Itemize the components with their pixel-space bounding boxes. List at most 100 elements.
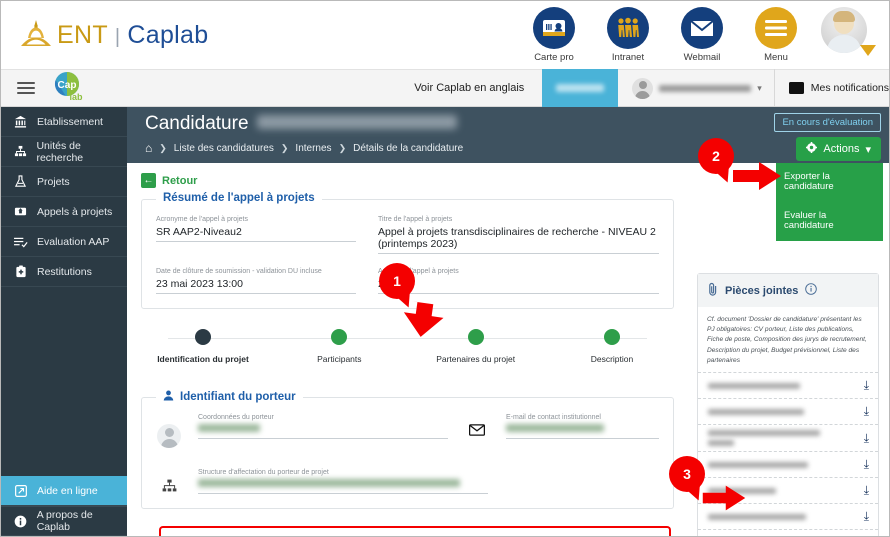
ent-logo[interactable]: ENT | Caplab bbox=[19, 18, 208, 52]
step-participants[interactable]: Participants bbox=[279, 329, 399, 364]
callout-arrow-2 bbox=[733, 162, 781, 190]
field-acronyme: Acronyme de l'appel à projets SR AAP2-Ni… bbox=[156, 216, 356, 254]
download-icon[interactable]: ⤓ bbox=[864, 457, 869, 472]
ent-icon-webmail[interactable]: Webmail bbox=[673, 7, 731, 63]
sidebar-item-aide-en-ligne[interactable]: Aide en ligne bbox=[1, 476, 127, 506]
sidebar-item-evaluation-aap[interactable]: Evaluation AAP bbox=[1, 227, 127, 257]
caplab-logo-icon[interactable]: Cap lab bbox=[51, 71, 91, 105]
field-titre: Titre de l'appel à projets Appel à proje… bbox=[378, 216, 659, 254]
sidebar-item-unites-de-recherche[interactable]: Unités de recherche bbox=[1, 137, 127, 167]
user-avatar-menu[interactable] bbox=[821, 7, 876, 57]
ent-icon-menu[interactable]: Menu bbox=[747, 7, 805, 63]
ent-icon-label: Webmail bbox=[683, 52, 721, 63]
sidebar-item-restitutions[interactable]: Restitutions bbox=[1, 257, 127, 287]
ent-icon-label: Carte pro bbox=[534, 52, 574, 63]
person-icon bbox=[163, 390, 174, 404]
field-value[interactable]: SR AAP2-Niveau2 bbox=[156, 226, 356, 242]
field-value[interactable]: 2023 bbox=[378, 278, 659, 294]
org-chart-icon bbox=[13, 145, 27, 158]
porteur-legend-label: Identifiant du porteur bbox=[180, 391, 296, 403]
field-value[interactable] bbox=[198, 424, 448, 439]
user-menu[interactable]: ▾ bbox=[618, 69, 775, 107]
attachment-row: ⤓ bbox=[698, 398, 878, 424]
sidebar-item-label: Evaluation AAP bbox=[37, 235, 110, 248]
attachment-filename bbox=[708, 430, 820, 447]
download-icon[interactable]: ⤓ bbox=[864, 431, 869, 446]
hamburger-icon bbox=[755, 7, 797, 49]
step-label: Participants bbox=[317, 354, 362, 364]
sidebar-item-label: Appels à projets bbox=[37, 205, 113, 218]
menu-item-evaluer-candidature[interactable]: Evaluer la candidature bbox=[776, 202, 883, 241]
summary-row-1: Acronyme de l'appel à projets SR AAP2-Ni… bbox=[156, 216, 659, 268]
actions-button-label: Actions bbox=[823, 143, 860, 155]
attachment-row: ⤓ bbox=[698, 451, 878, 477]
step-dot bbox=[467, 329, 484, 345]
step-description[interactable]: Description bbox=[552, 329, 672, 364]
sidebar-item-etablissement[interactable]: Etablissement bbox=[1, 107, 127, 137]
download-icon[interactable]: ⤓ bbox=[864, 509, 869, 524]
ent-icon-carte-pro[interactable]: Carte pro bbox=[525, 7, 583, 63]
breadcrumb: ⌂ ❯ Liste des candidatures ❯ Internes ❯ … bbox=[145, 141, 463, 155]
field-structure-affectation: Structure d'affectation du porteur de pr… bbox=[198, 469, 488, 494]
home-icon[interactable]: ⌂ bbox=[145, 141, 152, 155]
actions-dropdown-menu: Exporter la candidature Evaluer la candi… bbox=[776, 163, 883, 241]
page-title-redacted bbox=[256, 115, 457, 129]
svg-text:lab: lab bbox=[69, 92, 83, 102]
flask-icon bbox=[13, 175, 28, 188]
breadcrumb-item-liste[interactable]: Liste des candidatures bbox=[174, 143, 274, 154]
caplab-secondary-bar: Cap lab Voir Caplab en anglais ▾ Mes not… bbox=[1, 69, 889, 107]
sidebar-item-appels-a-projets[interactable]: Appels à projets bbox=[1, 197, 127, 227]
actions-button[interactable]: Actions ▾ bbox=[796, 137, 881, 161]
info-circle-icon[interactable] bbox=[805, 283, 818, 298]
clipboard-icon bbox=[13, 265, 28, 278]
attachment-filename bbox=[708, 382, 800, 389]
step-label: Partenaires du projet bbox=[436, 354, 516, 364]
sidebar-bottom-group: Aide en ligne A propos de Caplab bbox=[1, 476, 127, 536]
field-value[interactable] bbox=[506, 424, 659, 439]
notifications-label: Mes notifications bbox=[810, 82, 889, 94]
paperclip-icon bbox=[708, 282, 718, 299]
callout-number: 2 bbox=[712, 148, 720, 164]
attachments-note: Cf. document 'Dossier de candidature' pr… bbox=[707, 316, 867, 364]
field-value[interactable]: 23 mai 2023 13:00 bbox=[156, 278, 356, 294]
sidebar-item-a-propos[interactable]: A propos de Caplab bbox=[1, 506, 127, 536]
field-value[interactable]: Appel à projets transdisciplinaires de r… bbox=[378, 226, 659, 254]
sidebar-toggle-hamburger-icon[interactable] bbox=[17, 79, 35, 97]
role-tab[interactable] bbox=[542, 69, 619, 107]
download-icon[interactable]: ⤓ bbox=[864, 483, 869, 498]
sidebar-item-projets[interactable]: Projets bbox=[1, 167, 127, 197]
attachments-footer: Tout télécharger bbox=[698, 529, 878, 536]
ent-icon-intranet[interactable]: Intranet bbox=[599, 7, 657, 63]
sidebar: Etablissement Unités de recherche Projet… bbox=[1, 107, 127, 536]
callout-badge-2: 2 bbox=[698, 138, 734, 174]
step-identification[interactable]: Identification du projet bbox=[143, 329, 263, 364]
field-value[interactable] bbox=[198, 479, 488, 494]
back-button-label: Retour bbox=[162, 174, 198, 187]
people-icon bbox=[607, 7, 649, 49]
porteur-legend: Identifiant du porteur bbox=[156, 390, 303, 404]
page-title-text: Candidature bbox=[145, 113, 249, 134]
download-icon[interactable]: ⤓ bbox=[864, 404, 869, 419]
callout-number: 3 bbox=[683, 466, 691, 482]
menu-item-exporter-candidature[interactable]: Exporter la candidature bbox=[776, 163, 883, 202]
sidebar-item-label: Projets bbox=[37, 175, 70, 188]
main-content: ← Retour Résumé de l'appel à projets Acr… bbox=[127, 163, 889, 536]
download-icon[interactable]: ⤓ bbox=[864, 378, 869, 393]
page-header: Candidature ⌂ ❯ Liste des candidatures ❯… bbox=[127, 107, 889, 163]
field-coordonnees-porteur: Coordonnées du porteur bbox=[198, 414, 448, 439]
attachment-row: ⤓ bbox=[698, 372, 878, 398]
ent-icon-label: Menu bbox=[764, 52, 788, 63]
step-label: Identification du projet bbox=[157, 354, 249, 364]
notifications-button[interactable]: Mes notifications bbox=[775, 82, 889, 94]
page-title: Candidature bbox=[145, 113, 457, 135]
breadcrumb-item-internes[interactable]: Internes bbox=[295, 143, 331, 154]
role-tab-label bbox=[556, 84, 605, 92]
breadcrumb-separator: ❯ bbox=[159, 142, 167, 153]
field-date-cloture: Date de clôture de soumission - validati… bbox=[156, 268, 356, 294]
lang-switch-link[interactable]: Voir Caplab en anglais bbox=[396, 82, 542, 94]
sidebar-item-label: Etablissement bbox=[37, 115, 103, 128]
org-chart-icon bbox=[156, 469, 182, 493]
porteur-row-2: Structure d'affectation du porteur de pr… bbox=[156, 469, 659, 494]
ent-icon-group: Carte pro Intranet Webmail Menu bbox=[525, 7, 876, 63]
field-label: E-mail de contact institutionnel bbox=[506, 414, 601, 421]
